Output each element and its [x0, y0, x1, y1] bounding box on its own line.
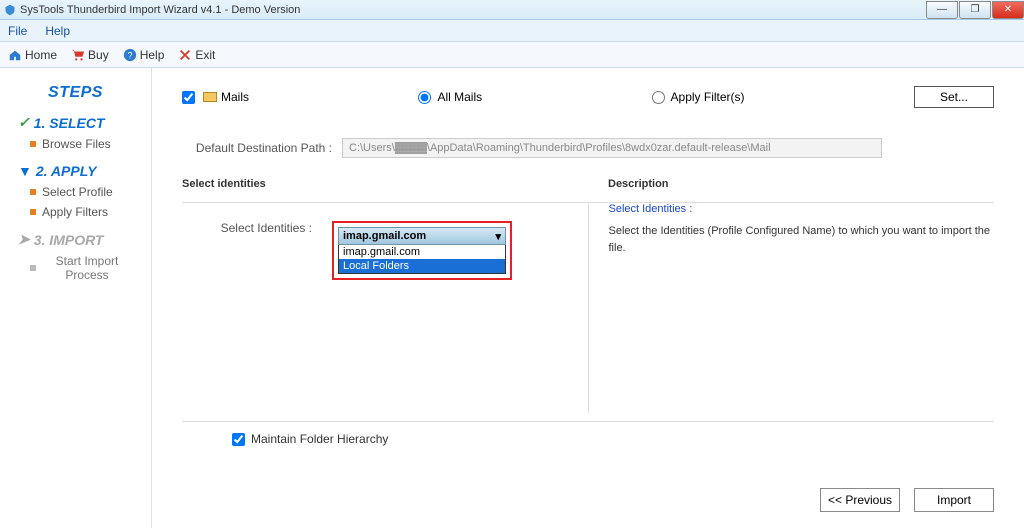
mails-checkbox[interactable] [182, 91, 195, 104]
toolbar-home-label: Home [25, 48, 57, 62]
toolbar-help[interactable]: ? Help [123, 48, 165, 62]
help-icon: ? [123, 48, 137, 62]
separator [182, 421, 994, 422]
scope-radio-filter[interactable]: Apply Filter(s) [652, 90, 745, 104]
select-identities-row: Select Identities : imap.gmail.com ▾ ima… [182, 221, 568, 280]
panes: Select Identities : imap.gmail.com ▾ ima… [182, 203, 994, 413]
mails-label: Mails [221, 90, 249, 104]
step-2-title: ▼2. APPLY [18, 163, 151, 179]
step-2: ▼2. APPLY Select Profile Apply Filters [0, 163, 151, 219]
cart-icon [71, 48, 85, 62]
maintain-hierarchy-checkbox[interactable] [232, 433, 245, 446]
import-button[interactable]: Import [914, 488, 994, 512]
bullet-icon [30, 265, 36, 271]
close-button[interactable]: ✕ [992, 1, 1024, 19]
description-title: Select Identities : [609, 203, 995, 215]
identities-dropdown[interactable]: imap.gmail.com ▾ [338, 227, 506, 245]
identities-legend: Select identities [182, 178, 568, 190]
scope-radio-all[interactable]: All Mails [418, 90, 482, 104]
chevron-down-icon: ▾ [495, 230, 501, 243]
maintain-hierarchy-label: Maintain Folder Hierarchy [251, 432, 388, 446]
steps-sidebar: STEPS ✓1. SELECT Browse Files ▼2. APPLY … [0, 68, 152, 528]
step-3: ➤3. IMPORT Start Import Process [0, 231, 151, 282]
dropdown-option-local[interactable]: Local Folders [339, 259, 505, 273]
main-panel: Mails All Mails Apply Filter(s) Set... D… [152, 68, 1024, 528]
toolbar-buy-label: Buy [88, 48, 109, 62]
all-mails-radio[interactable] [418, 91, 431, 104]
identities-dropdown-highlight: imap.gmail.com ▾ imap.gmail.com Local Fo… [332, 221, 512, 280]
step-1-sub-browse[interactable]: Browse Files [30, 137, 151, 151]
menubar: File Help [0, 20, 1024, 42]
toolbar: Home Buy ? Help Exit [0, 42, 1024, 68]
description-body: Select the Identities (Profile Configure… [609, 223, 995, 256]
bullet-icon [30, 209, 36, 215]
mail-icon [203, 92, 217, 102]
destination-row: Default Destination Path : [182, 138, 994, 158]
content-area: STEPS ✓1. SELECT Browse Files ▼2. APPLY … [0, 68, 1024, 528]
set-button[interactable]: Set... [914, 86, 994, 108]
apply-filter-radio[interactable] [652, 91, 665, 104]
app-icon [4, 4, 16, 16]
bullet-icon [30, 189, 36, 195]
toolbar-help-label: Help [140, 48, 165, 62]
menu-help[interactable]: Help [45, 24, 70, 38]
step-1: ✓1. SELECT Browse Files [0, 114, 151, 151]
step-3-sub-start: Start Import Process [30, 254, 151, 282]
arrow-icon: ➤ [18, 231, 30, 248]
window-title: SysTools Thunderbird Import Wizard v4.1 … [20, 4, 300, 16]
toolbar-exit-label: Exit [195, 48, 215, 62]
maximize-button[interactable]: ❐ [959, 1, 991, 19]
identities-pane: Select Identities : imap.gmail.com ▾ ima… [182, 203, 568, 413]
toolbar-buy[interactable]: Buy [71, 48, 109, 62]
apply-filter-label: Apply Filter(s) [671, 90, 745, 104]
destination-label: Default Destination Path : [182, 141, 342, 155]
svg-text:?: ? [127, 50, 132, 60]
mails-checkbox-group: Mails [182, 90, 249, 104]
step-2-sub-profile[interactable]: Select Profile [30, 185, 151, 199]
maintain-hierarchy: Maintain Folder Hierarchy [232, 432, 994, 446]
dropdown-selected-text: imap.gmail.com [343, 230, 426, 242]
home-icon [8, 48, 22, 62]
filter-icon: ▼ [18, 163, 32, 179]
step-2-sub-filters[interactable]: Apply Filters [30, 205, 151, 219]
check-icon: ✓ [18, 114, 30, 131]
minimize-button[interactable]: — [926, 1, 958, 19]
select-identities-label: Select Identities : [182, 221, 332, 235]
options-row: Mails All Mails Apply Filter(s) Set... [182, 86, 994, 108]
identities-dropdown-list: imap.gmail.com Local Folders [338, 245, 506, 274]
step-1-title: ✓1. SELECT [18, 114, 151, 131]
steps-heading: STEPS [0, 84, 151, 102]
dropdown-option-imap[interactable]: imap.gmail.com [339, 245, 505, 259]
description-pane: Select Identities : Select the Identitie… [588, 203, 995, 413]
toolbar-exit[interactable]: Exit [178, 48, 215, 62]
titlebar: SysTools Thunderbird Import Wizard v4.1 … [0, 0, 1024, 20]
toolbar-home[interactable]: Home [8, 48, 57, 62]
step-3-title: ➤3. IMPORT [18, 231, 151, 248]
destination-path-field [342, 138, 882, 158]
previous-button[interactable]: << Previous [820, 488, 900, 512]
all-mails-label: All Mails [437, 90, 482, 104]
footer-buttons: << Previous Import [820, 488, 994, 512]
menu-file[interactable]: File [8, 24, 27, 38]
exit-icon [178, 48, 192, 62]
bullet-icon [30, 141, 36, 147]
description-legend: Description [588, 178, 994, 190]
